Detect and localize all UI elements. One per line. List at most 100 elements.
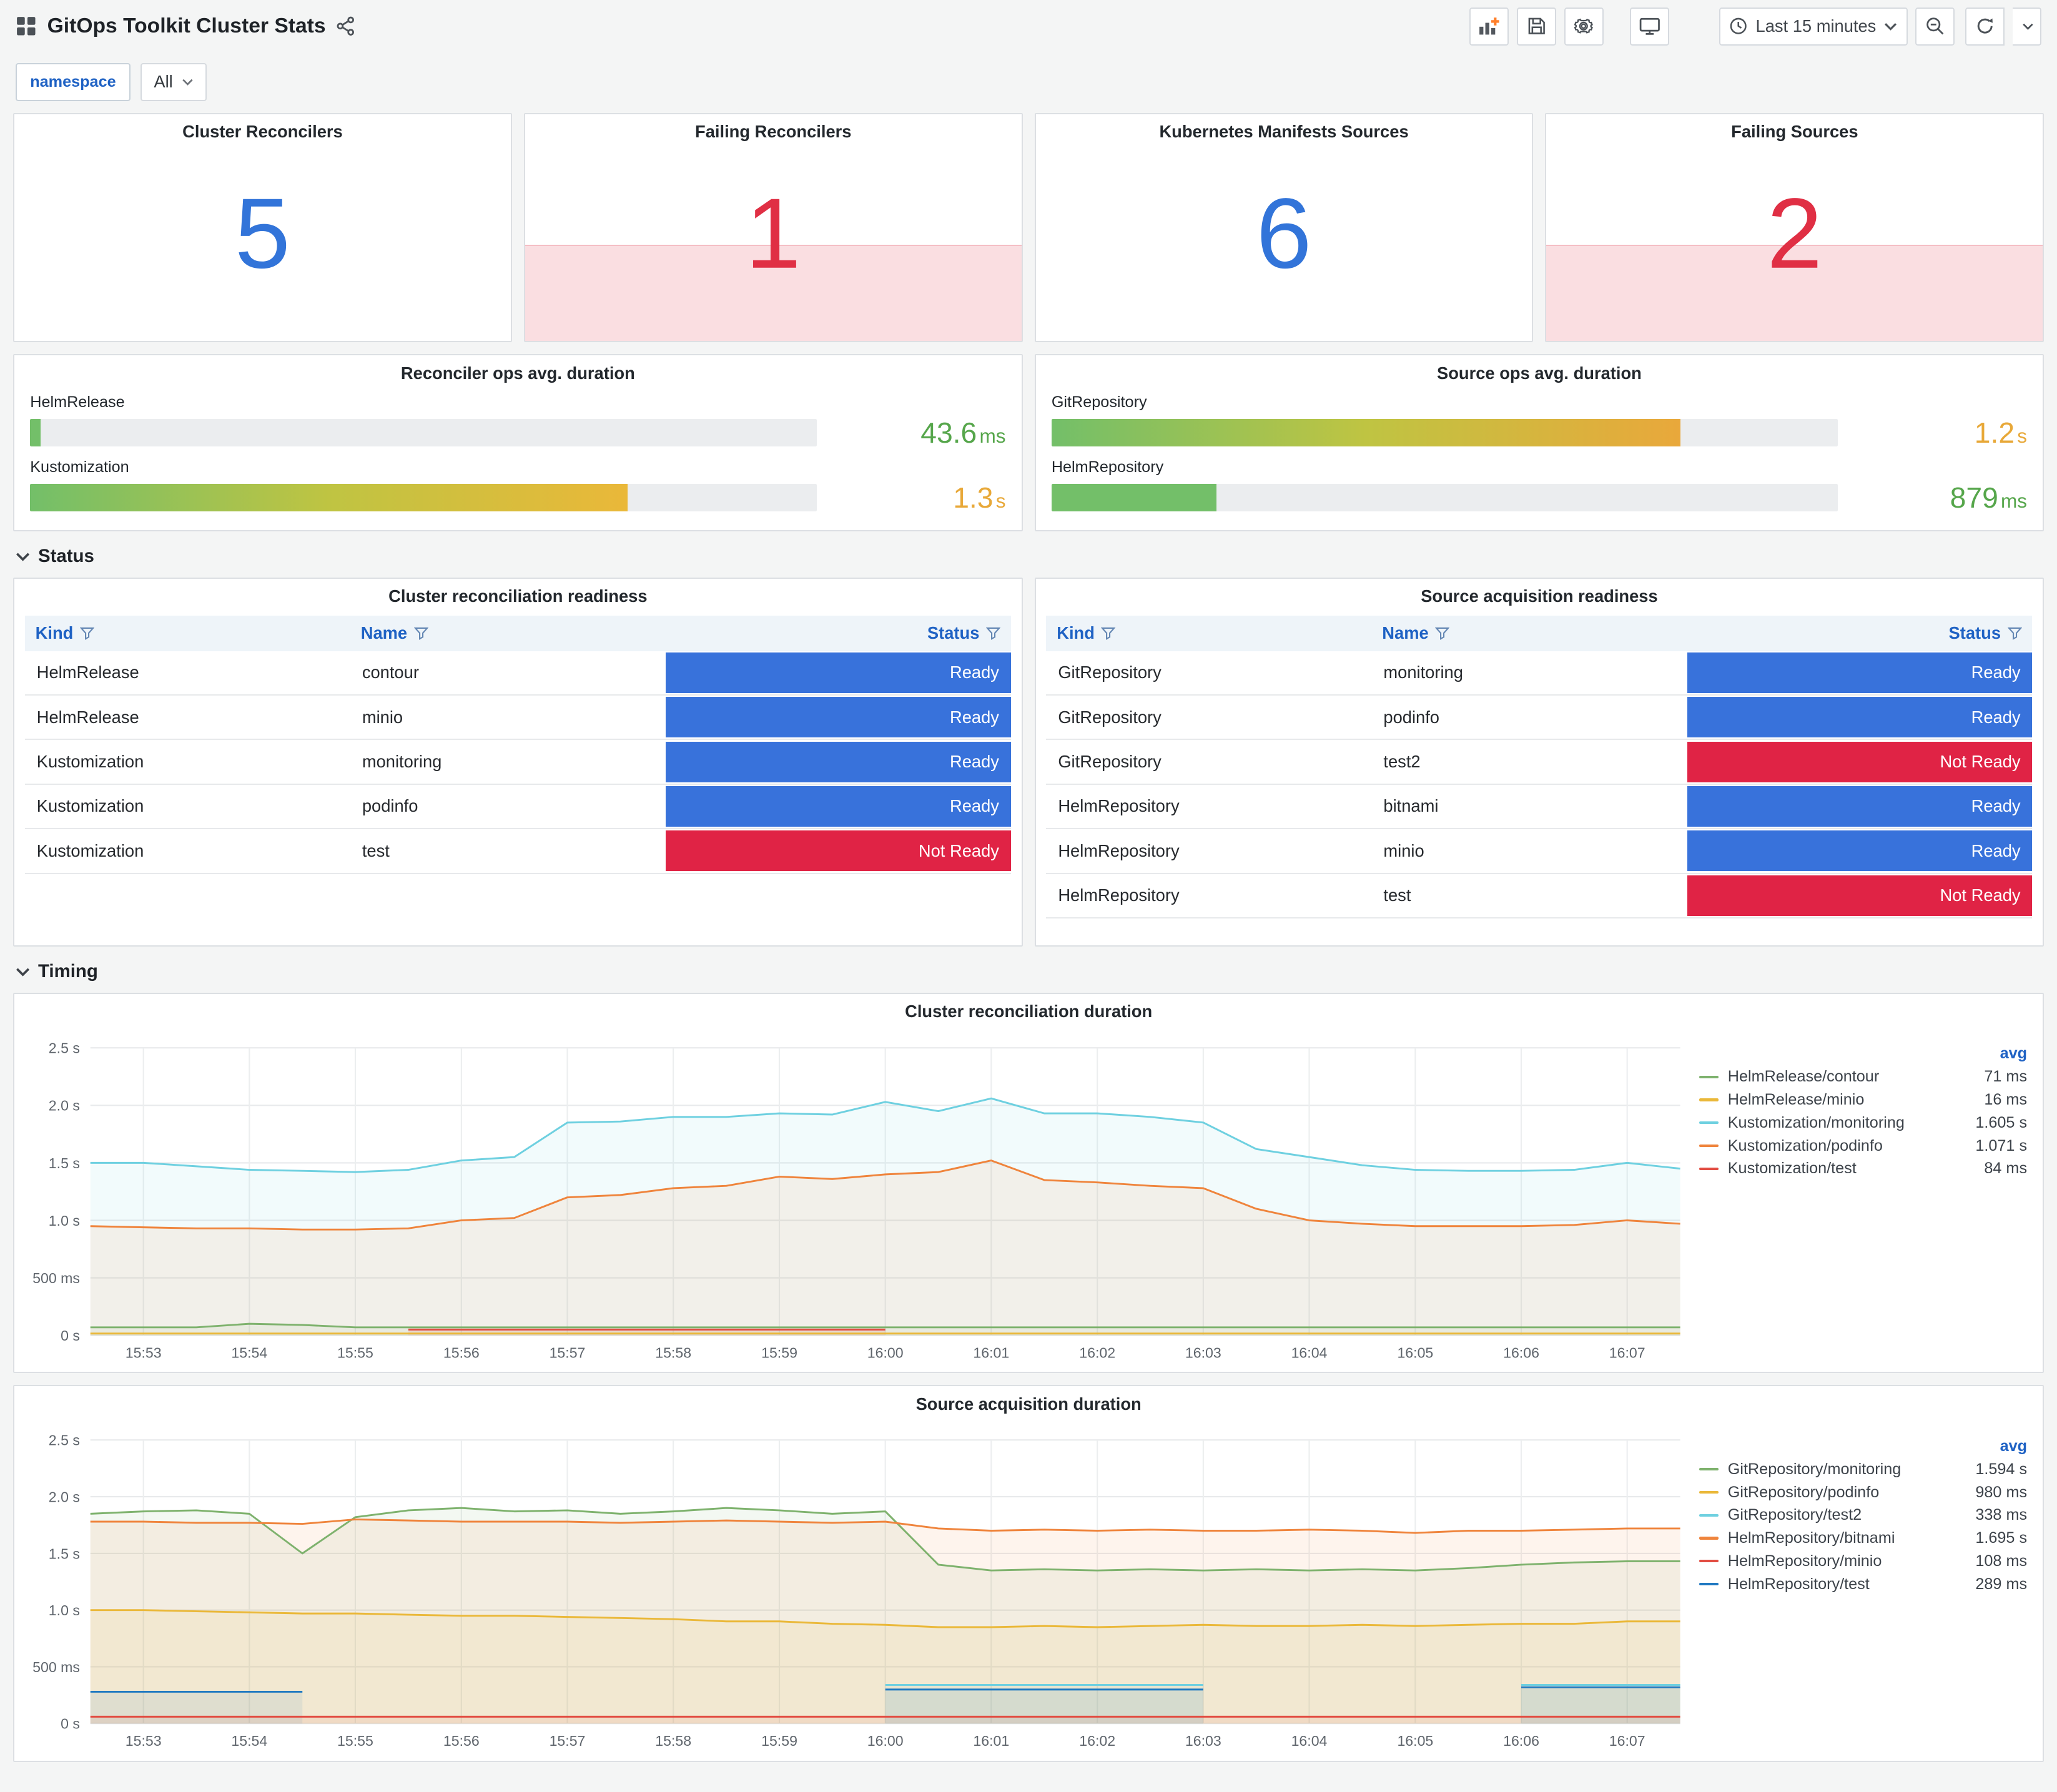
legend-series-name[interactable]: HelmRepository/minio [1728, 1552, 1976, 1570]
panel-title[interactable]: Cluster reconciliation duration [14, 994, 2043, 1030]
legend-series-avg: 84 ms [1984, 1159, 2028, 1178]
svg-text:15:53: 15:53 [126, 1733, 162, 1749]
section-header-timing[interactable]: Timing [16, 961, 2041, 982]
svg-text:0 s: 0 s [61, 1716, 80, 1732]
legend-series-name[interactable]: HelmRelease/minio [1728, 1091, 1985, 1109]
legend-series-name[interactable]: HelmRepository/bitnami [1728, 1529, 1976, 1547]
svg-text:16:06: 16:06 [1503, 1733, 1539, 1749]
timeseries-plot[interactable]: 0 s 500 ms 1.0 s 1.5 s 2.0 s 2.5 s 15:53 15:54 1… [17, 1032, 1694, 1367]
column-header-status[interactable]: Status [666, 623, 1011, 643]
legend-item[interactable]: HelmRepository/bitnami 1.695 s [1699, 1527, 2027, 1550]
gauge-track [1051, 483, 1838, 511]
filter-icon[interactable] [2007, 627, 2022, 640]
share-icon[interactable] [336, 16, 356, 36]
svg-text:15:53: 15:53 [126, 1344, 162, 1361]
svg-text:16:05: 16:05 [1398, 1733, 1434, 1749]
cell-kind: GitRepository [1058, 752, 1162, 772]
svg-text:15:54: 15:54 [232, 1733, 268, 1749]
panel-title[interactable]: Kubernetes Manifests Sources [1036, 114, 1532, 150]
legend-item[interactable]: HelmRepository/test 289 ms [1699, 1573, 2027, 1596]
legend-series-name[interactable]: Kustomization/test [1728, 1159, 1985, 1178]
legend-item[interactable]: Kustomization/test 84 ms [1699, 1157, 2028, 1180]
save-dashboard-button[interactable] [1517, 7, 1557, 46]
svg-text:16:04: 16:04 [1291, 1733, 1328, 1749]
stat-panel-kubernetes-manifests-sources: Kubernetes Manifests Sources 6 [1034, 112, 1534, 343]
filter-icon[interactable] [413, 627, 428, 640]
timeseries-plot[interactable]: 0 s 500 ms 1.0 s 1.5 s 2.0 s 2.5 s 15:53 15:54 1… [17, 1424, 1694, 1755]
cell-status: Ready [1687, 652, 2033, 693]
column-header-kind[interactable]: Kind [25, 623, 350, 643]
legend-series-name[interactable]: Kustomization/monitoring [1728, 1114, 1976, 1132]
add-panel-button[interactable] [1469, 7, 1509, 46]
cell-kind: HelmRelease [36, 662, 139, 682]
cell-kind: HelmRepository [1058, 840, 1180, 860]
legend-series-name[interactable]: GitRepository/podinfo [1728, 1484, 1976, 1502]
svg-text:15:59: 15:59 [761, 1733, 797, 1749]
cycle-view-mode-button[interactable] [1629, 7, 1669, 46]
svg-text:2.0 s: 2.0 s [49, 1489, 80, 1505]
cell-kind: GitRepository [1058, 707, 1162, 727]
svg-text:16:00: 16:00 [867, 1733, 904, 1749]
refresh-button[interactable] [1965, 7, 2005, 46]
legend-item[interactable]: Kustomization/monitoring 1.605 s [1699, 1111, 2027, 1135]
svg-text:16:03: 16:03 [1185, 1344, 1221, 1361]
legend-series-name[interactable]: HelmRepository/test [1728, 1575, 1976, 1593]
legend-series-name[interactable]: GitRepository/test2 [1728, 1506, 1976, 1524]
grafana-dashboard: GitOps Toolkit Cluster Stats Last 15 min… [0, 0, 2057, 1792]
legend-series-name[interactable]: HelmRelease/contour [1728, 1068, 1985, 1086]
panel-source-acquisition-duration: Source acquisition duration 0 s 500 ms 1.0… [13, 1385, 2045, 1762]
column-header-status[interactable]: Status [1687, 623, 2033, 643]
legend-item[interactable]: GitRepository/podinfo 980 ms [1699, 1481, 2027, 1504]
cell-kind: HelmRepository [1058, 796, 1180, 816]
variable-namespace-value-dropdown[interactable]: All [141, 62, 207, 101]
table-row: GitRepository test2 Not Ready [1046, 740, 2033, 785]
cell-status: Ready [666, 785, 1011, 827]
cell-name: test2 [1383, 752, 1421, 772]
filter-icon[interactable] [1101, 627, 1116, 640]
section-header-status[interactable]: Status [16, 546, 2041, 567]
panel-title[interactable]: Failing Reconcilers [525, 114, 1022, 150]
panel-title[interactable]: Reconciler ops avg. duration [14, 355, 1022, 391]
legend-avg-header: avg [2000, 1045, 2028, 1063]
legend-series-name[interactable]: Kustomization/podinfo [1728, 1137, 1976, 1155]
svg-text:0 s: 0 s [61, 1327, 80, 1344]
legend-series-name[interactable]: GitRepository/monitoring [1728, 1460, 1976, 1479]
legend-item[interactable]: GitRepository/test2 338 ms [1699, 1504, 2027, 1527]
table-body: GitRepository monitoring Ready GitRepositor… [1046, 651, 2033, 918]
legend-item[interactable]: HelmRelease/contour 71 ms [1699, 1065, 2027, 1088]
panel-title[interactable]: Cluster Reconcilers [14, 114, 511, 150]
chevron-down-icon [2022, 22, 2034, 31]
panel-cluster-reconciliation-readiness: Cluster reconciliation readiness Kind Na… [13, 578, 1023, 947]
legend-item[interactable]: GitRepository/monitoring 1.594 s [1699, 1458, 2027, 1481]
refresh-interval-dropdown[interactable] [2012, 7, 2042, 46]
legend-series-color [1699, 1514, 1719, 1517]
legend-series-color [1699, 1537, 1719, 1540]
filter-icon[interactable] [79, 627, 94, 640]
legend-series-color [1699, 1560, 1719, 1563]
panel-title[interactable]: Source ops avg. duration [1036, 355, 2043, 391]
time-picker-button[interactable]: Last 15 minutes [1719, 7, 1908, 46]
panel-title[interactable]: Cluster reconciliation readiness [14, 579, 1022, 614]
column-header-name[interactable]: Name [350, 623, 666, 643]
apps-grid-icon[interactable] [16, 16, 37, 37]
filter-icon[interactable] [1435, 627, 1450, 640]
filter-icon[interactable] [985, 627, 1001, 640]
panel-reconciler-ops-duration: Reconciler ops avg. duration HelmRelease… [13, 354, 1023, 532]
svg-text:16:05: 16:05 [1398, 1344, 1434, 1361]
variable-namespace-label: namespace [16, 62, 131, 101]
column-header-kind[interactable]: Kind [1046, 623, 1371, 643]
column-header-name[interactable]: Name [1371, 623, 1687, 643]
panel-title[interactable]: Source acquisition duration [14, 1386, 2043, 1422]
legend-item[interactable]: Kustomization/podinfo 1.071 s [1699, 1135, 2027, 1158]
svg-text:15:58: 15:58 [655, 1344, 691, 1361]
dashboard-settings-button[interactable] [1564, 7, 1604, 46]
legend-item[interactable]: HelmRepository/minio 108 ms [1699, 1550, 2027, 1573]
page-title: GitOps Toolkit Cluster Stats [47, 14, 326, 38]
panel-title[interactable]: Failing Sources [1546, 114, 2043, 150]
gauge-row-helmrepository: HelmRepository 879 ms [1051, 458, 2027, 514]
table-header-row: Kind Name Status [1046, 615, 2033, 651]
panel-title[interactable]: Source acquisition readiness [1036, 579, 2043, 614]
svg-text:15:59: 15:59 [761, 1344, 797, 1361]
zoom-out-button[interactable] [1915, 7, 1955, 46]
legend-item[interactable]: HelmRelease/minio 16 ms [1699, 1088, 2027, 1111]
